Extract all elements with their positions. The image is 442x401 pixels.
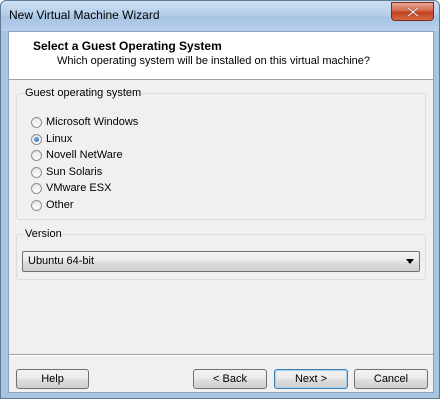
cancel-button[interactable]: Cancel — [354, 369, 428, 389]
footer-separator — [9, 354, 433, 356]
radio-linux[interactable]: Linux — [31, 131, 72, 147]
wizard-header: Select a Guest Operating System Which op… — [9, 32, 433, 80]
radio-label: Microsoft Windows — [46, 116, 139, 128]
radio-label: Sun Solaris — [46, 166, 103, 178]
version-dropdown[interactable]: Ubuntu 64-bit — [22, 251, 420, 272]
close-icon — [407, 7, 419, 17]
version-group-label: Version — [25, 228, 62, 240]
radio-novell-netware[interactable]: Novell NetWare — [31, 147, 123, 163]
guest-os-group: Guest operating system Microsoft Windows… — [16, 87, 426, 220]
page-subtitle: Which operating system will be installed… — [57, 55, 371, 67]
radio-button-selected[interactable] — [31, 133, 42, 145]
radio-sun-solaris[interactable]: Sun Solaris — [31, 164, 102, 180]
radio-button[interactable] — [31, 166, 42, 178]
radio-label: Linux — [46, 133, 73, 145]
window-title: New Virtual Machine Wizard — [9, 8, 160, 22]
radio-other[interactable]: Other — [31, 197, 74, 213]
radio-label: VMware ESX — [46, 182, 112, 194]
radio-button[interactable] — [31, 149, 42, 161]
next-button[interactable]: Next > — [274, 369, 348, 389]
radio-vmware-esx[interactable]: VMware ESX — [31, 180, 111, 196]
page-title: Select a Guest Operating System — [33, 39, 222, 53]
radio-button[interactable] — [31, 116, 42, 128]
title-bar[interactable]: New Virtual Machine Wizard — [1, 1, 439, 31]
radio-microsoft-windows[interactable]: Microsoft Windows — [31, 114, 138, 130]
close-button[interactable] — [391, 2, 434, 21]
version-selected-value: Ubuntu 64-bit — [28, 255, 95, 267]
help-button[interactable]: Help — [16, 369, 89, 389]
radio-label: Novell NetWare — [46, 149, 123, 161]
radio-button[interactable] — [31, 199, 42, 211]
guest-os-group-label: Guest operating system — [25, 87, 142, 99]
wizard-window: New Virtual Machine Wizard Select a Gues… — [0, 0, 440, 399]
chevron-down-icon — [406, 259, 414, 264]
radio-button[interactable] — [31, 182, 42, 194]
dialog-body: Select a Guest Operating System Which op… — [8, 31, 434, 393]
back-button[interactable]: < Back — [193, 369, 267, 389]
radio-label: Other — [46, 199, 74, 211]
